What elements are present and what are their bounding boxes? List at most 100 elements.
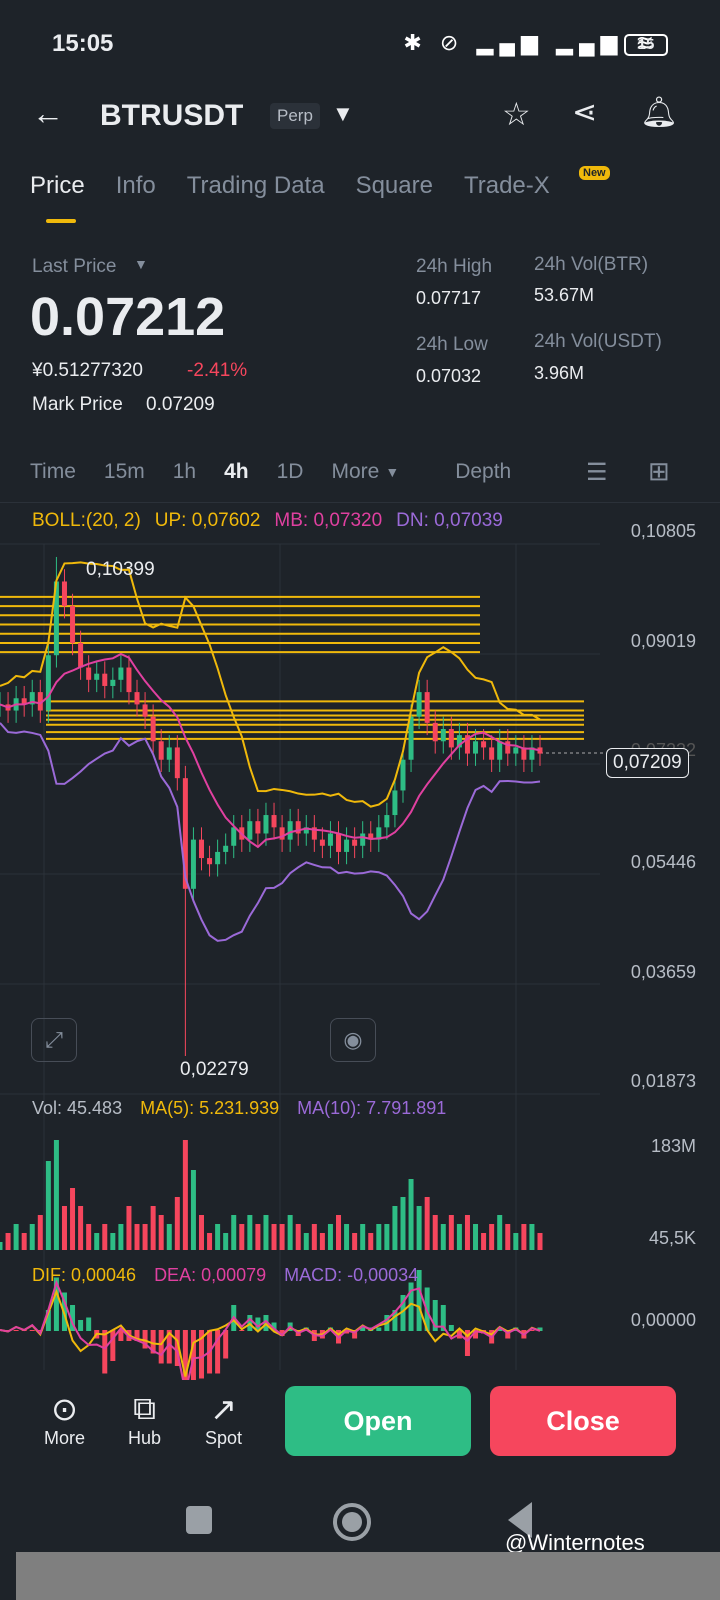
current-price-tag: 0,07209 [606, 748, 689, 778]
volume-bar [190, 1170, 196, 1250]
candle [448, 728, 454, 748]
expand-icon[interactable]: ⤢ [31, 1018, 77, 1062]
volume-bar [473, 1224, 479, 1250]
nav-home-button[interactable] [333, 1503, 371, 1541]
macd-bar [190, 1330, 196, 1380]
candle [150, 716, 156, 742]
candle [327, 833, 333, 846]
macd-bar [158, 1330, 164, 1364]
volume-bar [198, 1215, 204, 1250]
spot-button[interactable]: ↗ Spot [205, 1390, 242, 1449]
axis-tick: 0,01873 [630, 1071, 696, 1091]
volume-bar [0, 1242, 3, 1250]
close-button[interactable]: Close [490, 1386, 676, 1456]
candle [481, 741, 487, 748]
volume-bar [529, 1224, 535, 1250]
volume-bar [344, 1224, 350, 1250]
volume-bar [400, 1197, 406, 1250]
volume-bar [255, 1224, 261, 1250]
volume-bar [102, 1224, 108, 1250]
candle [166, 747, 172, 760]
dif-label: DIF: 0,00046 [32, 1265, 137, 1285]
volume-bar [110, 1233, 116, 1250]
spot-label: Spot [205, 1428, 243, 1448]
candle [78, 642, 84, 668]
candle [392, 790, 398, 816]
volume-bar [174, 1197, 180, 1250]
candle [287, 821, 293, 840]
volume-bar [303, 1233, 309, 1250]
candle [86, 667, 92, 680]
candle [223, 845, 229, 852]
volume-bar [505, 1224, 511, 1250]
candle [126, 667, 132, 693]
volume-bar [287, 1215, 293, 1250]
price-chart[interactable] [0, 0, 720, 1380]
volume-bar [37, 1215, 43, 1250]
macd-bar [29, 1330, 35, 1331]
candle [384, 815, 390, 828]
candle [416, 692, 422, 717]
more-icon: ⊙ [51, 1391, 78, 1427]
candle [198, 839, 204, 859]
candle [247, 821, 253, 840]
volume-bar [360, 1224, 366, 1250]
volume-bar [118, 1224, 124, 1250]
candle [215, 851, 221, 865]
volume-bar [537, 1233, 543, 1250]
axis-tick: 0,03659 [630, 962, 696, 982]
volume-bar [279, 1224, 285, 1250]
volume-bar [86, 1224, 92, 1250]
volume-bar [126, 1206, 132, 1250]
volume-bar [352, 1233, 358, 1250]
volume-bar [45, 1161, 51, 1250]
volume-bar [384, 1224, 390, 1250]
volume-bar [182, 1140, 188, 1250]
macd-bar [86, 1317, 92, 1331]
more-button[interactable]: ⊙ More [44, 1390, 85, 1449]
volume-bar [464, 1215, 470, 1250]
hub-button[interactable]: ⧉ Hub [128, 1390, 161, 1449]
volume-bar [5, 1233, 11, 1250]
volume-bar [456, 1224, 462, 1250]
candle [231, 827, 237, 846]
volume-bar [432, 1215, 438, 1250]
candle [489, 747, 495, 760]
volume-bar [489, 1224, 495, 1250]
candle [134, 692, 140, 705]
volume-bar [513, 1233, 519, 1250]
more-label: More [44, 1428, 86, 1448]
volume-bar [263, 1215, 269, 1250]
open-button[interactable]: Open [285, 1386, 471, 1456]
ma5-label: MA(5): 5.231.939 [140, 1098, 280, 1118]
volume-bar [53, 1140, 59, 1250]
volume-bar [78, 1206, 84, 1250]
nav-recents-button[interactable] [186, 1506, 212, 1534]
volume-bar [271, 1224, 277, 1250]
bottom-bar [16, 1552, 720, 1600]
volume-bar [311, 1224, 317, 1250]
candle [424, 692, 430, 723]
candle [473, 741, 479, 754]
candle [440, 728, 446, 742]
volume-bar [392, 1206, 398, 1250]
spot-icon: ↗ [210, 1391, 237, 1427]
eye-icon[interactable]: ◉ [330, 1018, 376, 1062]
macd-label: MACD: -0,00034 [284, 1265, 419, 1285]
volume-bar [336, 1215, 342, 1250]
volume-bar [247, 1215, 253, 1250]
candle [505, 741, 511, 754]
volume-bar [166, 1224, 172, 1250]
macd-tick: 0,00000 [630, 1310, 696, 1330]
macd-bar [13, 1330, 19, 1331]
volume-bar [319, 1233, 325, 1250]
macd-bar [223, 1330, 229, 1359]
axis-tick: 0,05446 [630, 852, 696, 872]
volume-bar [13, 1224, 19, 1250]
candle [142, 704, 148, 717]
macd-bar [102, 1330, 108, 1374]
volume-bar [408, 1179, 414, 1250]
volume-bar [424, 1197, 430, 1250]
volume-bar [327, 1224, 333, 1250]
candle [513, 747, 519, 754]
